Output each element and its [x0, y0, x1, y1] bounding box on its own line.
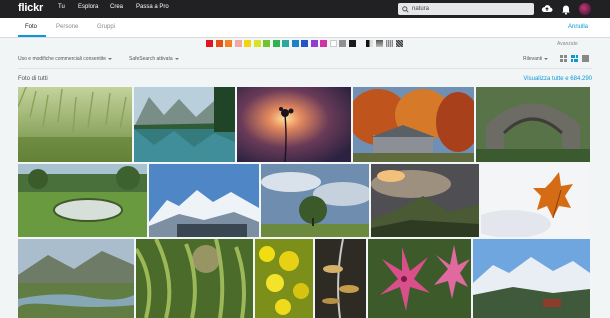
divider: [18, 68, 592, 69]
chevron-down-icon: [544, 57, 549, 60]
advanced-filters-link[interactable]: Avanzate: [557, 41, 578, 47]
color-filter-swatch[interactable]: [320, 40, 327, 47]
filter-patterns[interactable]: [396, 40, 403, 47]
color-filter-swatch[interactable]: [272, 40, 280, 47]
tab-photos[interactable]: Foto: [25, 24, 37, 30]
color-filter-swatch[interactable]: [253, 40, 261, 47]
active-tab-indicator: [18, 35, 46, 37]
photo-green-vegetation[interactable]: [136, 239, 253, 318]
photo-lone-tree[interactable]: [261, 164, 369, 237]
nav-create[interactable]: Crea: [110, 4, 123, 10]
filter-black-white[interactable]: [366, 40, 373, 47]
photo-flower-sunset[interactable]: [237, 87, 351, 162]
color-filter-swatch[interactable]: [215, 40, 223, 47]
upload-cloud-icon[interactable]: [541, 3, 553, 15]
search-icon: [402, 5, 409, 13]
photo-mountain-lake[interactable]: [134, 87, 235, 162]
cancel-button[interactable]: Annulla: [568, 24, 588, 30]
list-view-icon[interactable]: [560, 55, 567, 62]
color-filter-swatch[interactable]: [244, 40, 251, 47]
color-filter-swatch[interactable]: [282, 40, 289, 47]
top-navigation-bar: flickr Tu Esplora Crea Passa a Pro natur…: [0, 0, 610, 18]
photo-plant-closeup[interactable]: [315, 239, 366, 318]
photo-snowy-mountains[interactable]: [149, 164, 259, 237]
photo-pink-lilies[interactable]: [368, 239, 471, 318]
color-filter-swatch[interactable]: [263, 40, 270, 47]
search-input[interactable]: natura: [398, 3, 534, 15]
search-query: natura: [412, 5, 430, 12]
flickr-logo[interactable]: flickr: [18, 2, 43, 14]
options-bar: Uso e modifiche commerciali consentite S…: [0, 53, 610, 65]
tab-groups[interactable]: Gruppi: [97, 24, 115, 30]
color-filter-swatch[interactable]: [234, 40, 242, 47]
color-filter-swatch[interactable]: [348, 40, 356, 47]
license-dropdown[interactable]: Uso e modifiche commerciali consentite: [18, 56, 113, 62]
chevron-down-icon: [174, 57, 179, 60]
nav-explore[interactable]: Esplora: [78, 4, 98, 10]
results-title: Foto di tutti: [18, 76, 48, 82]
large-grid-icon[interactable]: [582, 55, 589, 62]
license-dropdown-label: Uso e modifiche commerciali consentite: [18, 56, 107, 62]
view-all-link[interactable]: Visualizza tutte e 684.290: [523, 76, 592, 82]
color-filter-swatch[interactable]: [329, 40, 337, 47]
color-filter-swatch[interactable]: [310, 40, 318, 47]
notifications-bell-icon[interactable]: [561, 3, 571, 15]
justified-grid-icon[interactable]: [571, 55, 578, 62]
photo-autumn-leaf-snow[interactable]: [481, 164, 590, 237]
photo-yellow-flowers[interactable]: [255, 239, 313, 318]
sort-dropdown[interactable]: Rilevanti: [523, 56, 549, 62]
color-filter-swatch[interactable]: [225, 40, 232, 47]
nav-you[interactable]: Tu: [58, 4, 65, 10]
user-avatar[interactable]: [579, 3, 591, 15]
chevron-down-icon: [108, 57, 113, 60]
color-filter-bar: Avanzate: [0, 38, 610, 50]
filter-minimal[interactable]: [386, 40, 393, 47]
safesearch-dropdown[interactable]: SafeSearch attivata: [129, 56, 179, 62]
color-filter-swatch[interactable]: [301, 40, 308, 47]
filter-shallow-depth[interactable]: [376, 40, 383, 47]
photo-winter-mountains[interactable]: [473, 239, 590, 318]
photo-valley-clouds[interactable]: [371, 164, 479, 237]
photo-river-valley[interactable]: [18, 239, 134, 318]
photo-pond-meadow[interactable]: [18, 164, 147, 237]
color-filter-swatch[interactable]: [206, 40, 213, 47]
tab-people[interactable]: Persone: [56, 24, 78, 30]
sort-dropdown-label: Rilevanti: [523, 56, 543, 62]
nav-upgrade-pro[interactable]: Passa a Pro: [136, 4, 169, 10]
color-filter-swatch[interactable]: [339, 40, 346, 47]
color-filter-swatch[interactable]: [291, 40, 299, 47]
photo-grass-field[interactable]: [18, 87, 132, 162]
photo-autumn-trees[interactable]: [353, 87, 474, 162]
search-tabs-bar: Foto Persone Gruppi Annulla: [0, 18, 610, 38]
photo-stone-bridge[interactable]: [476, 87, 590, 162]
safesearch-dropdown-label: SafeSearch attivata: [129, 56, 173, 62]
